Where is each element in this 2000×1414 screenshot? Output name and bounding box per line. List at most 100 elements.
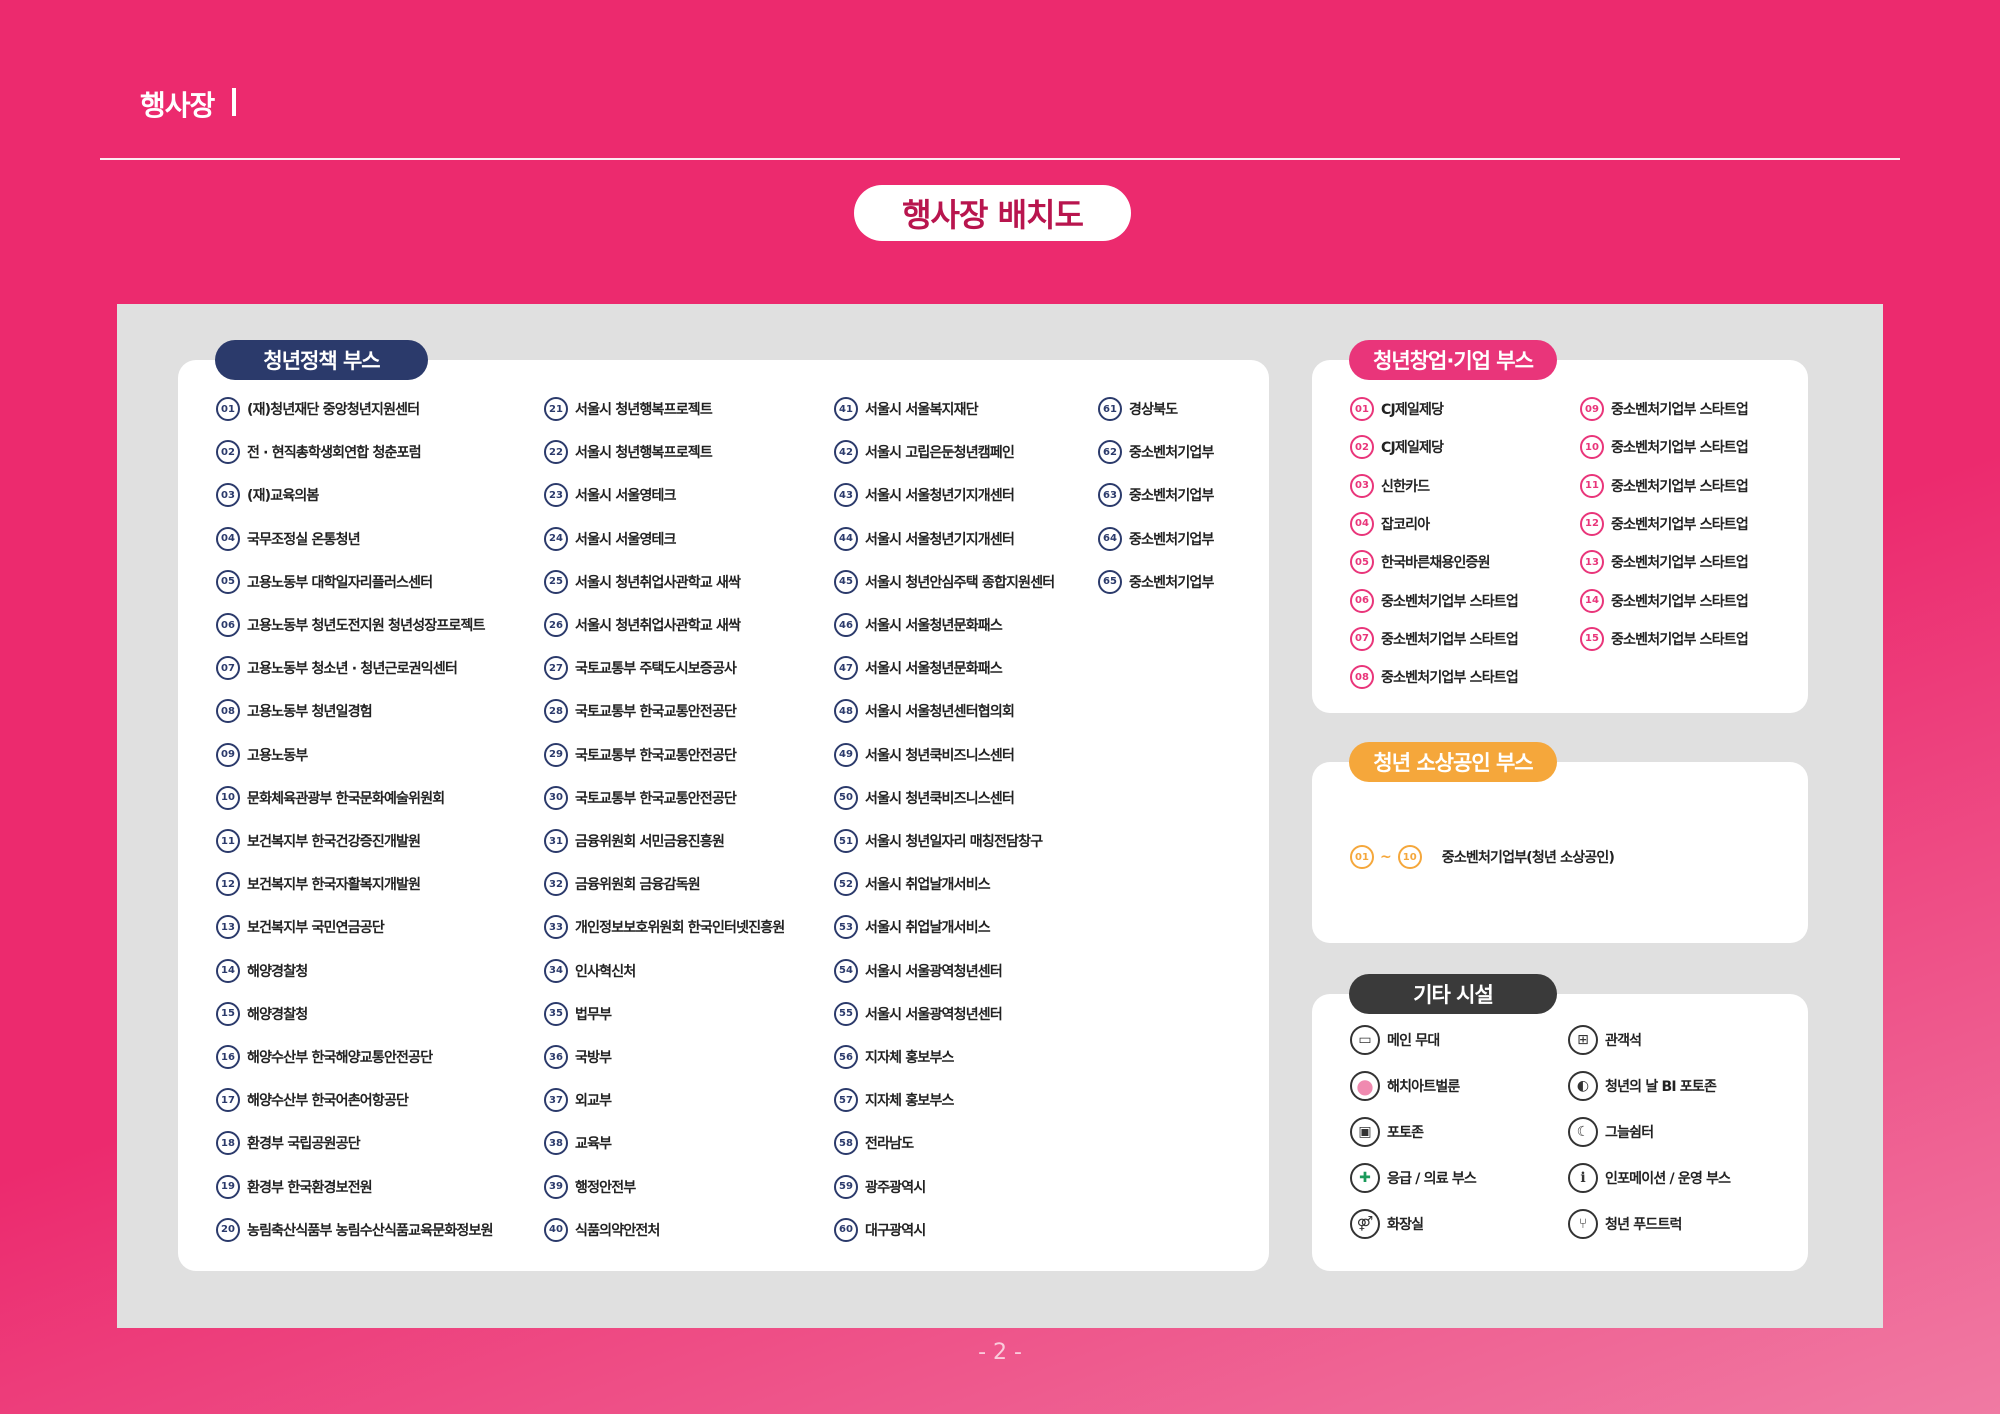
booth-number: 03 bbox=[1350, 473, 1374, 498]
booth-item: 32 금융위원회 금융감독원 bbox=[544, 871, 701, 897]
booth-number: 06 bbox=[216, 613, 240, 637]
booth-number: 05 bbox=[1350, 550, 1374, 575]
booth-number: 05 bbox=[216, 569, 240, 594]
booth-name: 지자체 홍보부스 bbox=[865, 1093, 954, 1110]
policy-booth-title: 청년정책 부스 bbox=[215, 340, 428, 380]
booth-name: CJ제일제당 bbox=[1381, 402, 1444, 418]
booth-number: 34 bbox=[544, 958, 568, 983]
facility-item: ⊞ 관객석 bbox=[1568, 1024, 1642, 1056]
booth-number: 53 bbox=[834, 915, 858, 940]
booth-number: 59 bbox=[834, 1174, 858, 1199]
booth-number: 15 bbox=[216, 1001, 240, 1026]
booth-name: 서울시 서울청년기지개센터 bbox=[865, 531, 1015, 548]
booth-name: 행정안전부 bbox=[575, 1179, 636, 1196]
booth-item: 65 중소벤처기업부 bbox=[1098, 569, 1214, 595]
booth-item: 08 고용노동부 청년일경험 bbox=[216, 698, 373, 724]
booth-item: 06 고용노동부 청년도전지원 청년성장프로젝트 bbox=[216, 612, 485, 638]
booth-name: (재)청년재단 중앙청년지원센터 bbox=[247, 402, 420, 418]
booth-number: 49 bbox=[834, 742, 858, 767]
booth-name: 한국바른채용인증원 bbox=[1381, 555, 1491, 572]
booth-number: 21 bbox=[544, 397, 568, 421]
booth-number: 15 bbox=[1580, 626, 1604, 651]
header-divider-bar bbox=[232, 88, 236, 116]
booth-number: 11 bbox=[216, 829, 240, 853]
booth-name: 지자체 홍보부스 bbox=[865, 1050, 954, 1066]
booth-name: 해양경찰청 bbox=[247, 1006, 308, 1023]
booth-item: 49 서울시 청년쿡비즈니스센터 bbox=[834, 742, 1015, 768]
booth-name: 금융위원회 금융감독원 bbox=[575, 877, 701, 894]
booth-name: 서울시 서울영테크 bbox=[575, 531, 677, 548]
bi-photozone-icon: ◐ bbox=[1568, 1071, 1598, 1101]
booth-item: 26 서울시 청년취업사관학교 새싹 bbox=[544, 612, 741, 638]
booth-item: 29 국토교통부 한국교통안전공단 bbox=[544, 742, 737, 768]
booth-name: 국토교통부 한국교통안전공단 bbox=[575, 704, 737, 721]
booth-name: 서울시 취업날개서비스 bbox=[865, 920, 991, 937]
booth-name: 중소벤처기업부 bbox=[1129, 488, 1214, 505]
booth-item: 51 서울시 청년일자리 매칭전담창구 bbox=[834, 828, 1043, 854]
booth-item: 15 중소벤처기업부 스타트업 bbox=[1580, 626, 1749, 652]
booth-number: 52 bbox=[834, 872, 858, 897]
booth-number: 22 bbox=[544, 440, 568, 465]
booth-number: 39 bbox=[544, 1174, 568, 1199]
booth-item: 14 해양경찰청 bbox=[216, 958, 308, 984]
booth-item: 61 경상북도 bbox=[1098, 396, 1178, 422]
booth-name: 서울시 서울청년문화패스 bbox=[865, 661, 1003, 678]
facility-item: ⑂ 청년 푸드트럭 bbox=[1568, 1208, 1682, 1240]
booth-item: 62 중소벤처기업부 bbox=[1098, 439, 1214, 465]
booth-name: 국토교통부 한국교통안전공단 bbox=[575, 747, 737, 764]
facility-name: 화장실 bbox=[1387, 1217, 1424, 1233]
booth-item: 53 서울시 취업날개서비스 bbox=[834, 914, 991, 940]
header-rule bbox=[100, 158, 1900, 160]
booth-number: 65 bbox=[1098, 569, 1122, 594]
booth-item: 35 법무부 bbox=[544, 1001, 612, 1027]
small-biz-title: 청년 소상공인 부스 bbox=[1349, 742, 1557, 782]
booth-item: 50 서울시 청년쿡비즈니스센터 bbox=[834, 785, 1015, 811]
booth-name: 중소벤처기업부 스타트업 bbox=[1381, 593, 1519, 610]
booth-item: 03 (재)교육의봄 bbox=[216, 482, 319, 508]
booth-item: 24 서울시 서울영테크 bbox=[544, 526, 677, 552]
booth-name: (재)교육의봄 bbox=[247, 488, 319, 505]
booth-name: 서울시 청년취업사관학교 새싹 bbox=[575, 618, 741, 634]
booth-item: 33 개인정보보호위원회 한국인터넷진흥원 bbox=[544, 914, 785, 940]
booth-number: 27 bbox=[544, 656, 568, 681]
booth-name: 중소벤처기업부 bbox=[1129, 531, 1214, 548]
booth-number: 03 bbox=[216, 483, 240, 508]
booth-name: 서울시 서울광역청년센터 bbox=[865, 1006, 1003, 1023]
booth-number: 29 bbox=[544, 742, 568, 767]
booth-name: 중소벤처기업부 스타트업 bbox=[1611, 631, 1749, 648]
booth-item: 11 보건복지부 한국건강증진개발원 bbox=[216, 828, 421, 854]
booth-number: 58 bbox=[834, 1131, 858, 1156]
booth-item: 45 서울시 청년안심주택 종합지원센터 bbox=[834, 569, 1055, 595]
booth-name: 해양경찰청 bbox=[247, 963, 308, 980]
booth-name: 서울시 서울복지재단 bbox=[865, 402, 979, 418]
booth-item: 05 고용노동부 대학일자리플러스센터 bbox=[216, 569, 433, 595]
booth-name: 경상북도 bbox=[1129, 402, 1178, 418]
booth-number: 37 bbox=[544, 1088, 568, 1113]
booth-number: 47 bbox=[834, 656, 858, 681]
booth-item: 44 서울시 서울청년기지개센터 bbox=[834, 526, 1015, 552]
booth-name: 전 · 현직총학생회연합 청춘포럼 bbox=[247, 445, 422, 462]
booth-number: 13 bbox=[1580, 550, 1604, 575]
booth-name: 국방부 bbox=[575, 1050, 612, 1066]
booth-name: 법무부 bbox=[575, 1006, 612, 1023]
booth-number: 17 bbox=[216, 1088, 240, 1113]
facility-item: ▣ 포토존 bbox=[1350, 1116, 1424, 1148]
booth-name: 서울시 취업날개서비스 bbox=[865, 877, 991, 894]
food-truck-icon: ⑂ bbox=[1568, 1209, 1598, 1239]
booth-number: 57 bbox=[834, 1088, 858, 1113]
booth-item: 39 행정안전부 bbox=[544, 1174, 636, 1200]
booth-name: 잡코리아 bbox=[1381, 516, 1430, 533]
booth-item: 46 서울시 서울청년문화패스 bbox=[834, 612, 1003, 638]
stage-icon: ▭ bbox=[1350, 1025, 1380, 1055]
booth-number: 42 bbox=[834, 440, 858, 465]
booth-number: 32 bbox=[544, 872, 568, 897]
booth-number: 25 bbox=[544, 569, 568, 594]
booth-number: 06 bbox=[1350, 588, 1374, 613]
booth-item: 02 전 · 현직총학생회연합 청춘포럼 bbox=[216, 439, 422, 465]
booth-item: 20 농림축산식품부 농림수산식품교육문화정보원 bbox=[216, 1217, 493, 1243]
booth-item: 37 외교부 bbox=[544, 1087, 612, 1113]
booth-name: CJ제일제당 bbox=[1381, 440, 1444, 457]
booth-item: 15 해양경찰청 bbox=[216, 1001, 308, 1027]
facility-name: 메인 무대 bbox=[1387, 1033, 1440, 1049]
booth-name: 중소벤처기업부 bbox=[1129, 574, 1214, 591]
